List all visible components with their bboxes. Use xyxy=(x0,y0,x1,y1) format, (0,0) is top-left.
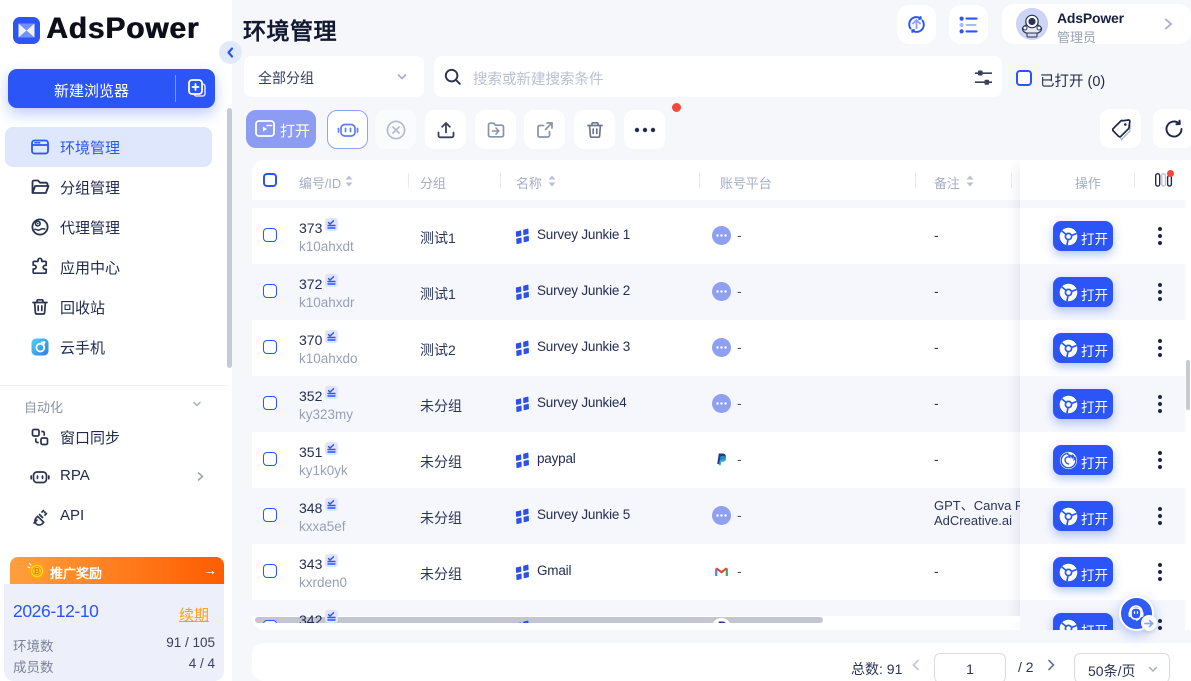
svg-text:B: B xyxy=(34,567,40,576)
